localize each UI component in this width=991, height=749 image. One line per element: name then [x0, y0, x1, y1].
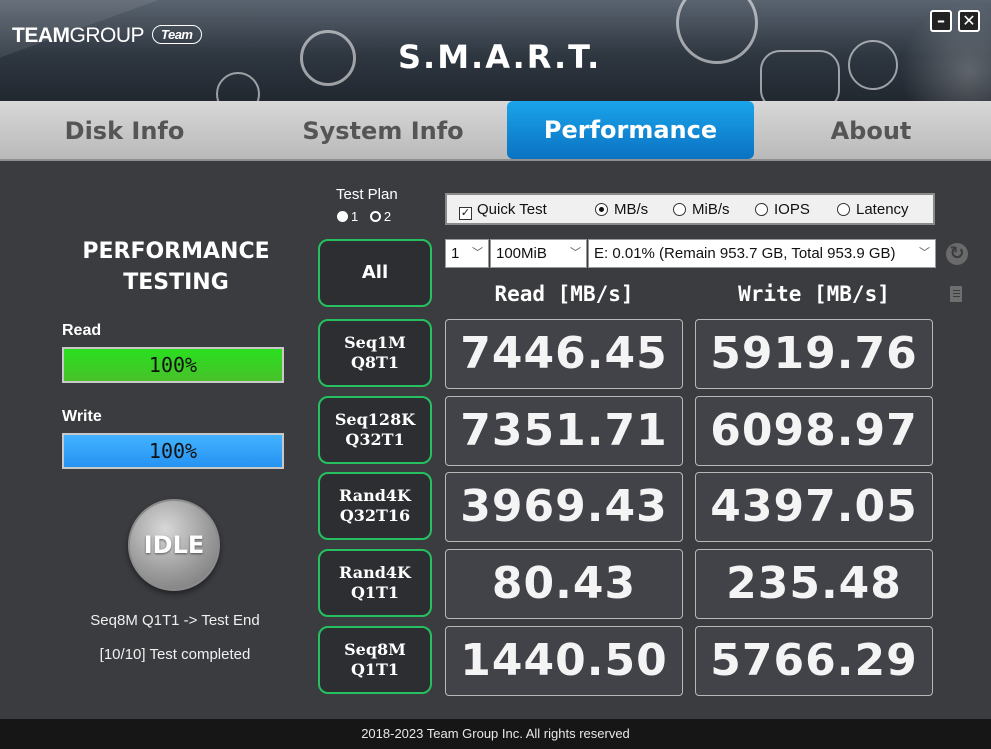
- read-result-seq1m-q8t1: 7446.45: [445, 319, 683, 389]
- radio-icon: [755, 203, 768, 216]
- tab-bar: Disk Info System Info Performance About: [0, 101, 991, 161]
- write-result-seq128k-q32t1: 6098.97: [695, 396, 933, 466]
- quick-test-checkbox[interactable]: ✓ Quick Test: [459, 201, 547, 220]
- refresh-icon[interactable]: ↻: [946, 243, 968, 265]
- read-column-header: Read [MB/s]: [494, 282, 634, 306]
- read-label: Read: [62, 322, 102, 339]
- test-size-select[interactable]: 100MiB ﹀: [490, 239, 587, 268]
- write-result-seq8m-q1t1: 5766.29: [695, 626, 933, 696]
- status-line-2: [10/10] Test completed: [99, 646, 251, 663]
- test-plan-label: Test Plan: [336, 186, 398, 203]
- app-title: S.M.A.R.T.: [398, 38, 602, 76]
- write-result-rand4k-q32t16: 4397.05: [695, 472, 933, 542]
- test-plan-option-1[interactable]: 1: [337, 209, 362, 224]
- tab-system-info[interactable]: System Info: [278, 101, 488, 161]
- unit-mibs-radio[interactable]: MiB/s: [673, 201, 730, 218]
- test-plan-option-2[interactable]: 2: [369, 209, 395, 224]
- write-result-rand4k-q1t1: 235.48: [695, 549, 933, 619]
- radio-icon: [369, 211, 381, 222]
- radio-icon: [673, 203, 686, 216]
- gamepad-icon: [760, 50, 840, 101]
- idle-button[interactable]: IDLE: [128, 499, 220, 591]
- radio-selected-icon: [337, 211, 348, 222]
- run-seq8m-q1t1-button[interactable]: Seq8M Q1T1: [318, 626, 432, 694]
- unit-mbs-radio[interactable]: MB/s: [595, 201, 648, 218]
- run-all-button[interactable]: All: [318, 239, 432, 307]
- performance-heading: PERFORMANCE TESTING: [82, 239, 270, 295]
- close-button[interactable]: ✕: [958, 10, 980, 32]
- drive-select[interactable]: E: 0.01% (Remain 953.7 GB, Total 953.9 G…: [588, 239, 936, 268]
- options-strip: ✓ Quick Test MB/s MiB/s IOPS Latency: [445, 193, 935, 225]
- tab-performance[interactable]: Performance: [507, 101, 754, 159]
- test-plan-radios: 1 2: [337, 209, 399, 224]
- unit-latency-radio[interactable]: Latency: [837, 201, 909, 218]
- team-badge: Team: [152, 25, 202, 44]
- chevron-down-icon: ﹀: [570, 247, 581, 259]
- brand-logo: TEAMGROUP Team: [12, 24, 202, 48]
- tab-about[interactable]: About: [790, 101, 952, 161]
- read-result-seq8m-q1t1: 1440.50: [445, 626, 683, 696]
- tab-disk-info[interactable]: Disk Info: [22, 101, 227, 161]
- write-result-seq1m-q8t1: 5919.76: [695, 319, 933, 389]
- run-seq1m-q8t1-button[interactable]: Seq1M Q8T1: [318, 319, 432, 387]
- run-seq128k-q32t1-button[interactable]: Seq128K Q32T1: [318, 396, 432, 464]
- checkbox-checked-icon: ✓: [459, 207, 472, 220]
- footer-copyright: 2018-2023 Team Group Inc. All rights res…: [0, 719, 991, 749]
- minimize-button[interactable]: –: [930, 10, 952, 32]
- status-line-1: Seq8M Q1T1 -> Test End: [90, 612, 260, 629]
- test-count-select[interactable]: 1 ﹀: [445, 239, 489, 268]
- read-result-rand4k-q32t16: 3969.43: [445, 472, 683, 542]
- read-result-rand4k-q1t1: 80.43: [445, 549, 683, 619]
- chevron-down-icon: ﹀: [472, 247, 483, 259]
- unit-iops-radio[interactable]: IOPS: [755, 201, 810, 218]
- read-result-seq128k-q32t1: 7351.71: [445, 396, 683, 466]
- run-rand4k-q1t1-button[interactable]: Rand4K Q1T1: [318, 549, 432, 617]
- title-bar: TEAMGROUP Team S.M.A.R.T. – ✕: [0, 0, 991, 101]
- write-label: Write: [62, 408, 102, 425]
- run-rand4k-q32t16-button[interactable]: Rand4K Q32T16: [318, 472, 432, 540]
- write-progress-bar: 100%: [62, 433, 284, 469]
- list-icon: [676, 0, 758, 64]
- chevron-down-icon: ﹀: [916, 240, 930, 267]
- write-column-header: Write [MB/s]: [738, 282, 890, 306]
- radio-selected-icon: [595, 203, 608, 216]
- copy-icon[interactable]: [946, 284, 968, 306]
- read-percent: 100%: [148, 353, 198, 377]
- write-percent: 100%: [148, 439, 198, 463]
- header-decoration: [0, 0, 250, 101]
- document-icon: [300, 30, 356, 86]
- radio-icon: [837, 203, 850, 216]
- read-progress-bar: 100%: [62, 347, 284, 383]
